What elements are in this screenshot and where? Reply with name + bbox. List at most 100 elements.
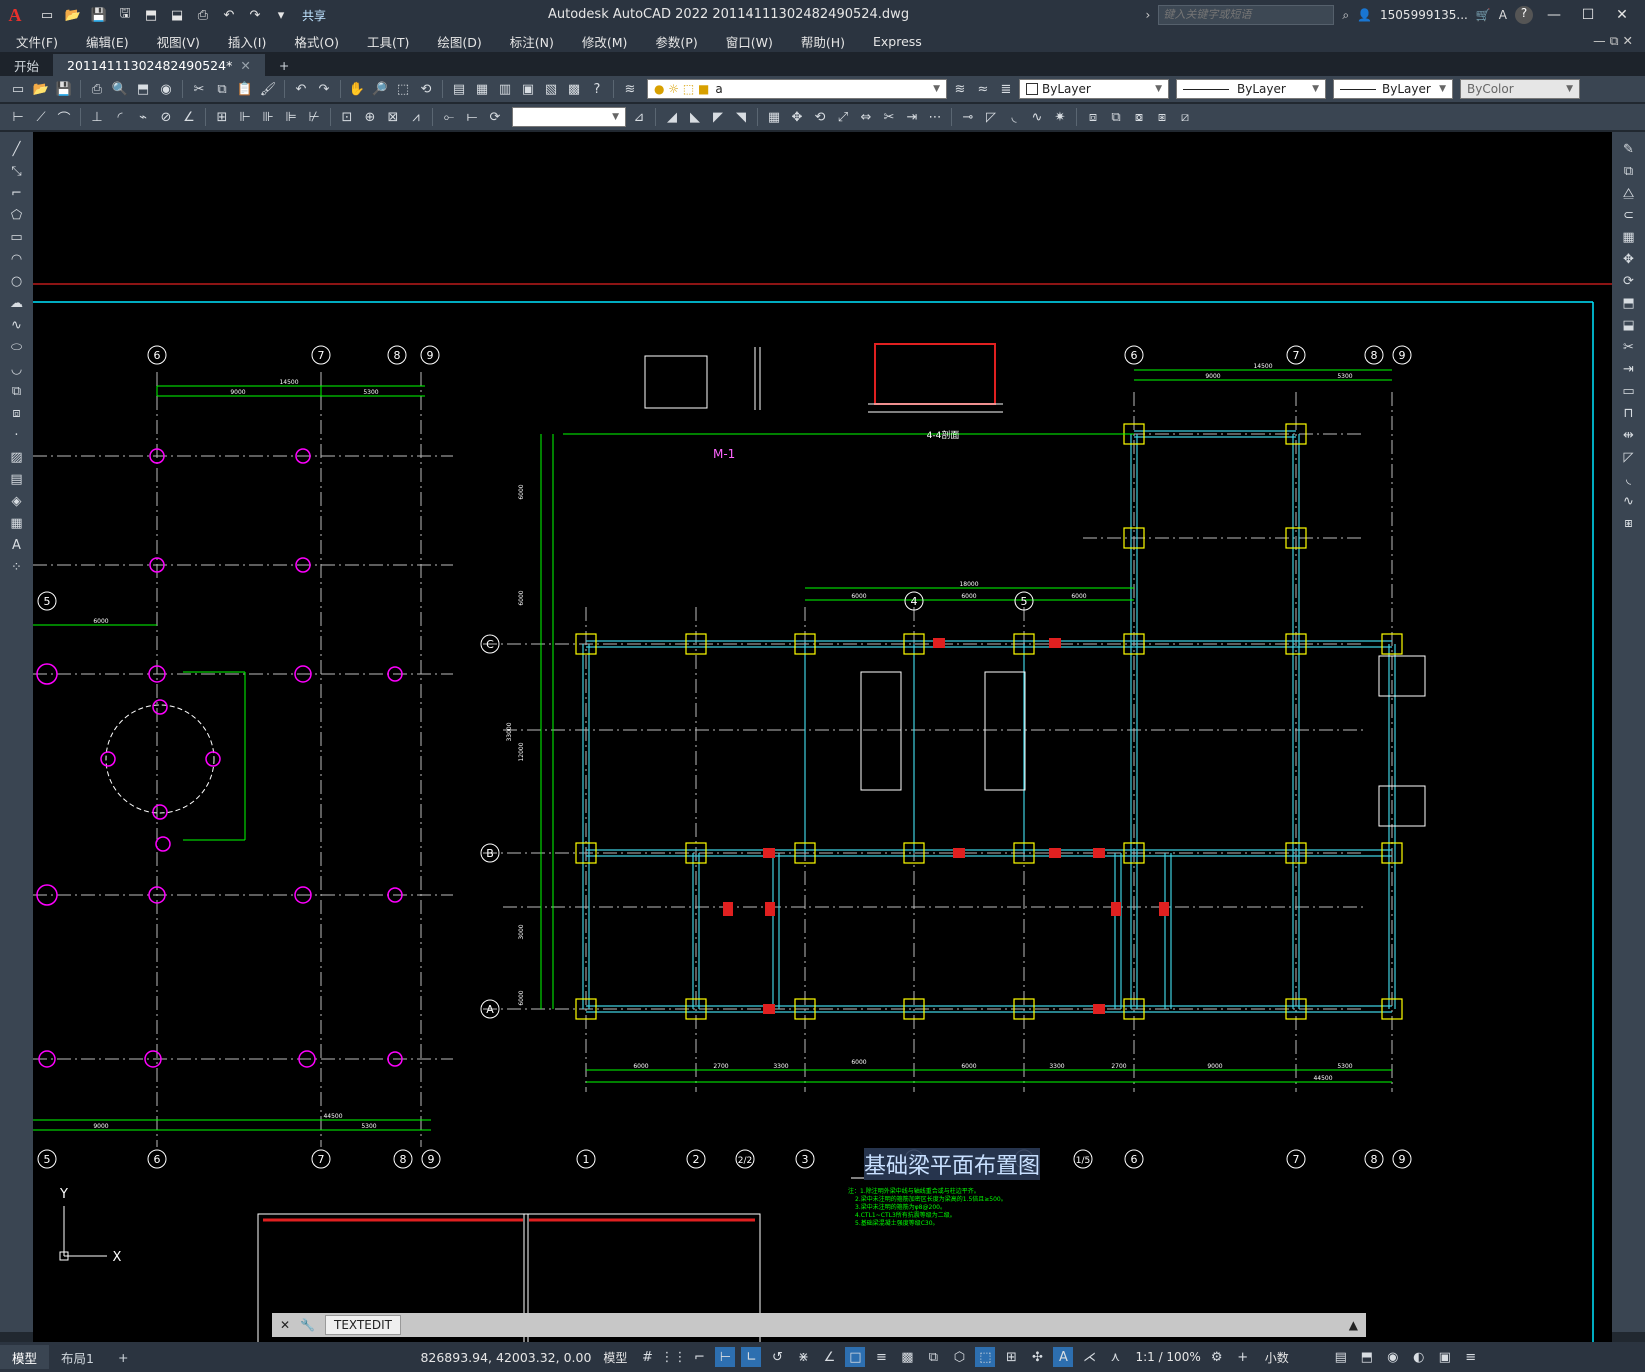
arc-icon[interactable]: ◠	[6, 250, 28, 269]
linetype-dropdown[interactable]: ByLayer ▼	[1176, 79, 1326, 99]
jogged-icon[interactable]: ⌁	[133, 107, 153, 127]
units-readout[interactable]: 小数	[1265, 1349, 1325, 1366]
ordinate-icon[interactable]: ⊥	[87, 107, 107, 127]
join-icon[interactable]: ⊸	[958, 107, 978, 127]
trim-icon[interactable]: ✂	[879, 107, 899, 127]
blend-icon[interactable]: ∿	[1618, 492, 1640, 511]
properties-icon[interactable]: ▤	[449, 79, 469, 99]
autodesk-account-icon[interactable]: A	[1499, 8, 1507, 22]
scale-icon[interactable]: ⬒	[1618, 294, 1640, 313]
quick-properties-icon[interactable]: ▤	[1331, 1347, 1351, 1367]
mirror-icon[interactable]: ⧋	[1618, 184, 1640, 203]
move-icon[interactable]: ✥	[787, 107, 807, 127]
copy-icon[interactable]: ⧉	[1618, 162, 1640, 181]
menu-express[interactable]: Express	[857, 34, 934, 49]
app-logo[interactable]: A	[0, 0, 30, 30]
lock-ui-icon[interactable]: ⬒	[1357, 1347, 1377, 1367]
jogged-linear-icon[interactable]: ⩘	[406, 107, 426, 127]
gear-icon[interactable]: ⚙	[1207, 1347, 1227, 1367]
save-icon[interactable]: 💾	[88, 5, 110, 25]
zoom-window-icon[interactable]: ⬚	[393, 79, 413, 99]
polygon-icon[interactable]: ⬠	[6, 206, 28, 225]
radius-icon[interactable]: ◜	[110, 107, 130, 127]
menu-dimension[interactable]: 标注(N)	[494, 32, 566, 51]
rectangle-icon[interactable]: ▭	[6, 228, 28, 247]
match-properties-icon[interactable]: 🖌	[258, 79, 278, 99]
erase-icon[interactable]: ✎	[1618, 140, 1640, 159]
move-icon[interactable]: ✥	[1618, 250, 1640, 269]
center-mark-icon[interactable]: ⊕	[360, 107, 380, 127]
selection-cycling-icon[interactable]: ⧉	[923, 1347, 943, 1367]
object-snap-tracking-icon[interactable]: ∠	[819, 1347, 839, 1367]
diameter-icon[interactable]: ⊘	[156, 107, 176, 127]
draw-order-icon[interactable]: ⧄	[1175, 107, 1195, 127]
color-dropdown[interactable]: ByLayer ▼	[1019, 79, 1169, 99]
tab-layout1[interactable]: 布局1	[49, 1348, 106, 1367]
close-icon[interactable]: ✕	[1609, 7, 1635, 23]
explode-icon[interactable]: ✷	[1050, 107, 1070, 127]
open-web-icon[interactable]: ⬒	[140, 5, 162, 25]
dynamic-input-icon[interactable]: ⊢	[715, 1347, 736, 1367]
open-icon[interactable]: 📂	[31, 79, 51, 99]
dim-update-icon[interactable]: ⟳	[485, 107, 505, 127]
erase-icon[interactable]: ◢	[662, 107, 682, 127]
baseline-icon[interactable]: ⊩	[235, 107, 255, 127]
sheet-set-icon[interactable]: ▣	[518, 79, 538, 99]
hatch-icon[interactable]: ▨	[6, 448, 28, 467]
drawing-title[interactable]: 基础梁平面布置图	[864, 1154, 1040, 1179]
undo-icon[interactable]: ↶	[291, 79, 311, 99]
clean-screen-icon[interactable]: ▣	[1435, 1347, 1455, 1367]
print-preview-icon[interactable]: 🔍	[110, 79, 130, 99]
continue-icon[interactable]: ⊪	[258, 107, 278, 127]
layer-previous-icon[interactable]: ≈	[973, 79, 993, 99]
menu-window[interactable]: 窗口(W)	[710, 32, 785, 51]
line-icon[interactable]: ╱	[6, 140, 28, 159]
group-select-icon[interactable]: ⧆	[1152, 107, 1172, 127]
cut-icon[interactable]: ✂	[189, 79, 209, 99]
quick-dimension-icon[interactable]: ⊞	[212, 107, 232, 127]
customize-dropdown-icon[interactable]: ▾	[270, 5, 292, 25]
offset-icon[interactable]: ⊂	[1618, 206, 1640, 225]
user-icon[interactable]: 👤	[1357, 8, 1372, 22]
rotate-icon[interactable]: ⟲	[810, 107, 830, 127]
selection-filter-icon[interactable]: ⊞	[1001, 1347, 1021, 1367]
menu-insert[interactable]: 插入(I)	[212, 32, 278, 51]
open-icon[interactable]: 📂	[62, 5, 84, 25]
isolate-objects-icon[interactable]: ◉	[1383, 1347, 1403, 1367]
maximize-icon[interactable]: ☐	[1575, 7, 1601, 23]
undo-icon[interactable]: ↶	[218, 5, 240, 25]
design-center-icon[interactable]: ▦	[472, 79, 492, 99]
doc-window-controls[interactable]: — ⧉ ✕	[1577, 33, 1645, 49]
new-icon[interactable]: ▭	[8, 79, 28, 99]
tab-start[interactable]: 开始	[0, 54, 53, 76]
join-icon[interactable]: ⇹	[1618, 426, 1640, 445]
menu-format[interactable]: 格式(O)	[278, 32, 351, 51]
menu-view[interactable]: 视图(V)	[141, 32, 212, 51]
menu-modify[interactable]: 修改(M)	[566, 32, 640, 51]
add-layout-button[interactable]: +	[106, 1350, 140, 1365]
close-icon[interactable]: ✕	[280, 1318, 290, 1332]
layer-properties-icon[interactable]: ≋	[620, 79, 640, 99]
help-button[interactable]: ?	[1515, 6, 1533, 24]
blend-icon[interactable]: ∿	[1027, 107, 1047, 127]
tolerance-icon[interactable]: ⊡	[337, 107, 357, 127]
wrench-icon[interactable]: 🔧	[300, 1318, 315, 1332]
layer-state-icon[interactable]: ≣	[996, 79, 1016, 99]
copy-object-icon[interactable]: ◣	[685, 107, 705, 127]
construction-line-icon[interactable]: ⤡	[6, 162, 28, 181]
break-icon[interactable]: ⊓	[1618, 404, 1640, 423]
ellipse-arc-icon[interactable]: ◡	[6, 360, 28, 379]
coordinates-readout[interactable]: 826893.94, 42003.32, 0.00	[420, 1350, 591, 1365]
rotate-icon[interactable]: ⟳	[1618, 272, 1640, 291]
annotation-scale-icon[interactable]: ⋏	[1105, 1347, 1125, 1367]
search-input[interactable]	[1158, 5, 1335, 25]
share-button[interactable]: 共享	[302, 7, 326, 24]
copy-icon[interactable]: ⧉	[212, 79, 232, 99]
ellipse-icon[interactable]: ⬭	[6, 338, 28, 357]
plotstyle-dropdown[interactable]: ByColor ▼	[1460, 79, 1580, 99]
dim-text-edit-icon[interactable]: ⟝	[462, 107, 482, 127]
space-icon[interactable]: ⊫	[281, 107, 301, 127]
save-web-icon[interactable]: ⬓	[166, 5, 188, 25]
lineweight-icon[interactable]: ≡	[871, 1347, 891, 1367]
make-block-icon[interactable]: ⧈	[6, 404, 28, 423]
